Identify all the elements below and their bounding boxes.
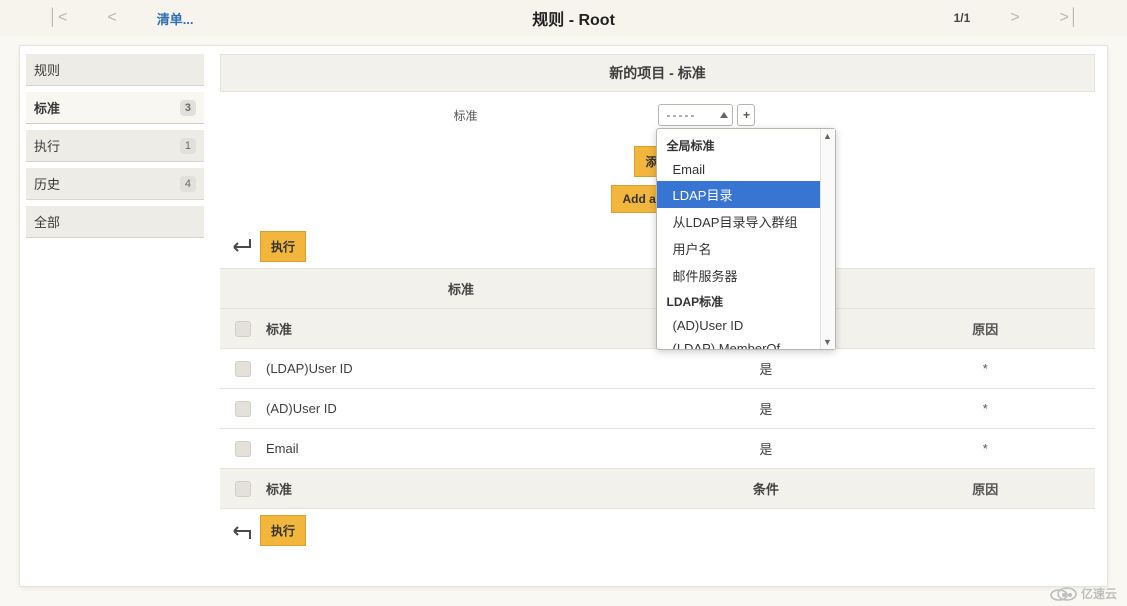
sidebar-tab-badge: 1 xyxy=(180,138,196,154)
arrow-down-left-icon xyxy=(226,237,252,257)
first-page-icon[interactable]: │< xyxy=(48,9,67,27)
row-checkbox[interactable] xyxy=(235,361,251,377)
cell-std: Email xyxy=(266,441,656,456)
sidebar-tab-badge: 4 xyxy=(180,176,196,192)
dropdown-item[interactable]: 邮件服务器 xyxy=(657,262,820,289)
caret-up-icon xyxy=(720,112,728,118)
section-title: 新的项目 - 标准 xyxy=(220,54,1095,92)
dropdown-item[interactable]: Email xyxy=(657,158,820,181)
scroll-up-icon[interactable]: ▲ xyxy=(821,131,835,141)
sidebar-tab-0[interactable]: 规则 xyxy=(26,54,204,86)
sidebar-tab-label: 标准 xyxy=(34,98,60,117)
tf-reason: 原因 xyxy=(876,479,1095,498)
cell-cond: 是 xyxy=(656,439,875,458)
table-row: (LDAP)User ID是* xyxy=(220,349,1095,389)
sidebar-tab-3[interactable]: 历史 4 xyxy=(26,168,204,200)
pager-bar: │< < 清单... 规则 - Root 1/1 > >│ xyxy=(0,0,1127,36)
table-row: (AD)User ID是* xyxy=(220,389,1095,429)
tf-std: 标准 xyxy=(266,479,656,498)
row-checkbox[interactable] xyxy=(235,441,251,457)
tf-cond: 条件 xyxy=(656,479,875,498)
dropdown-scrollbar[interactable]: ▲ ▼ xyxy=(820,129,835,349)
cell-reason: * xyxy=(876,441,1095,456)
prev-page-icon[interactable]: < xyxy=(107,9,116,27)
dropdown-item[interactable]: LDAP目录 xyxy=(657,181,820,208)
last-page-icon[interactable]: >│ xyxy=(1060,9,1079,27)
cell-cond: 是 xyxy=(656,399,875,418)
scroll-down-icon[interactable]: ▼ xyxy=(821,337,835,347)
dropdown-group-title: LDAP标准 xyxy=(657,289,820,314)
sidebar-tab-4[interactable]: 全部 xyxy=(26,206,204,238)
table-row: Email是* xyxy=(220,429,1095,469)
sidebar-tab-1[interactable]: 标准 3 xyxy=(26,92,204,124)
criteria-select-value: ----- xyxy=(667,108,697,122)
th-reason: 原因 xyxy=(876,319,1095,338)
th-extra-std: 标准 xyxy=(266,279,656,298)
page-count: 1/1 xyxy=(954,11,971,25)
watermark-logo: 亿速云 xyxy=(1049,585,1117,602)
exec-button-bottom[interactable]: 执行 xyxy=(260,515,306,546)
cell-cond: 是 xyxy=(656,359,875,378)
criteria-select[interactable]: ----- xyxy=(658,104,734,126)
cell-reason: * xyxy=(876,361,1095,376)
cell-reason: * xyxy=(876,401,1095,416)
sidebar-tab-label: 执行 xyxy=(34,136,60,155)
sidebar-tab-2[interactable]: 执行 1 xyxy=(26,130,204,162)
dropdown-group-title: 全局标准 xyxy=(657,133,820,158)
sidebar: 规则标准 3 执行 1 历史 4 全部 xyxy=(20,46,210,586)
sidebar-tab-label: 历史 xyxy=(34,174,60,193)
arrow-up-left-icon xyxy=(226,521,252,541)
th-std: 标准 xyxy=(266,319,656,338)
table-foot: 标准 条件 原因 xyxy=(220,469,1095,509)
content-area: 新的项目 - 标准 标准 ----- + 添加 Add a new c 执行 xyxy=(210,46,1107,586)
row-checkbox[interactable] xyxy=(235,401,251,417)
dropdown-item[interactable]: (LDAP) MemberOf xyxy=(657,337,820,349)
criteria-dropdown[interactable]: 全局标准EmailLDAP目录从LDAP目录导入群组用户名邮件服务器LDAP标准… xyxy=(656,128,836,350)
cell-std: (AD)User ID xyxy=(266,401,656,416)
sidebar-tab-label: 全部 xyxy=(34,212,60,231)
dropdown-item[interactable]: 用户名 xyxy=(657,235,820,262)
sidebar-tab-badge: 3 xyxy=(180,100,196,116)
main-panel: 规则标准 3 执行 1 历史 4 全部 新的项目 - 标准 标准 ----- + 添加 Ad… xyxy=(20,46,1107,586)
list-link[interactable]: 清单... xyxy=(157,9,194,28)
select-all-checkbox-bottom[interactable] xyxy=(235,481,251,497)
watermark-text: 亿速云 xyxy=(1081,585,1117,602)
sidebar-tab-label: 规则 xyxy=(34,60,60,79)
next-page-icon[interactable]: > xyxy=(1010,9,1019,27)
add-criteria-icon[interactable]: + xyxy=(737,104,755,126)
dropdown-item[interactable]: 从LDAP目录导入群组 xyxy=(657,208,820,235)
exec-bar-bottom: 执行 xyxy=(226,515,1095,546)
page-title: 规则 - Root xyxy=(532,6,615,30)
exec-button-top[interactable]: 执行 xyxy=(260,231,306,262)
cell-std: (LDAP)User ID xyxy=(266,361,656,376)
dropdown-item[interactable]: (AD)User ID xyxy=(657,314,820,337)
criteria-label: 标准 xyxy=(220,107,658,124)
select-all-checkbox[interactable] xyxy=(235,321,251,337)
